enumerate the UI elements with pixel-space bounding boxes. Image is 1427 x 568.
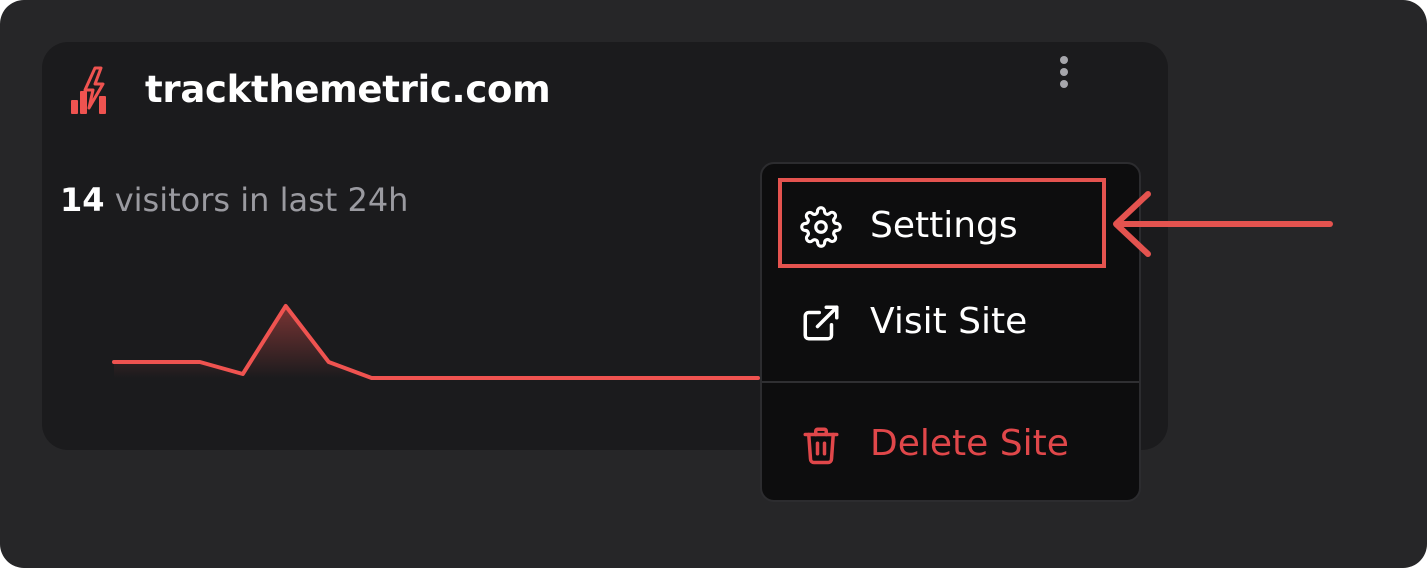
menu-item-visit-site[interactable]: Visit Site [762, 282, 1139, 362]
menu-item-visit-site-label: Visit Site [870, 301, 1028, 342]
pointer-arrow-icon [1113, 191, 1333, 257]
settings-highlight-box [778, 178, 1106, 268]
screenshot-frame: trackthemetric.com 14 visitors in last 2… [0, 0, 1427, 568]
visitor-label: visitors in last 24h [114, 181, 409, 219]
external-link-icon [803, 305, 839, 341]
menu-item-delete-site[interactable]: Delete Site [762, 404, 1139, 484]
more-options-icon[interactable] [1050, 52, 1078, 92]
visitor-count: 14 [60, 181, 105, 219]
trash-icon [803, 427, 839, 465]
visitor-stats: 14 visitors in last 24h [60, 178, 408, 222]
bar-chart-lightning-logo-icon [71, 66, 106, 114]
menu-divider [762, 381, 1139, 383]
menu-item-delete-site-label: Delete Site [870, 423, 1069, 464]
sparkline-area [114, 306, 758, 378]
visitor-sparkline [112, 304, 760, 380]
site-name: trackthemetric.com [145, 68, 551, 111]
